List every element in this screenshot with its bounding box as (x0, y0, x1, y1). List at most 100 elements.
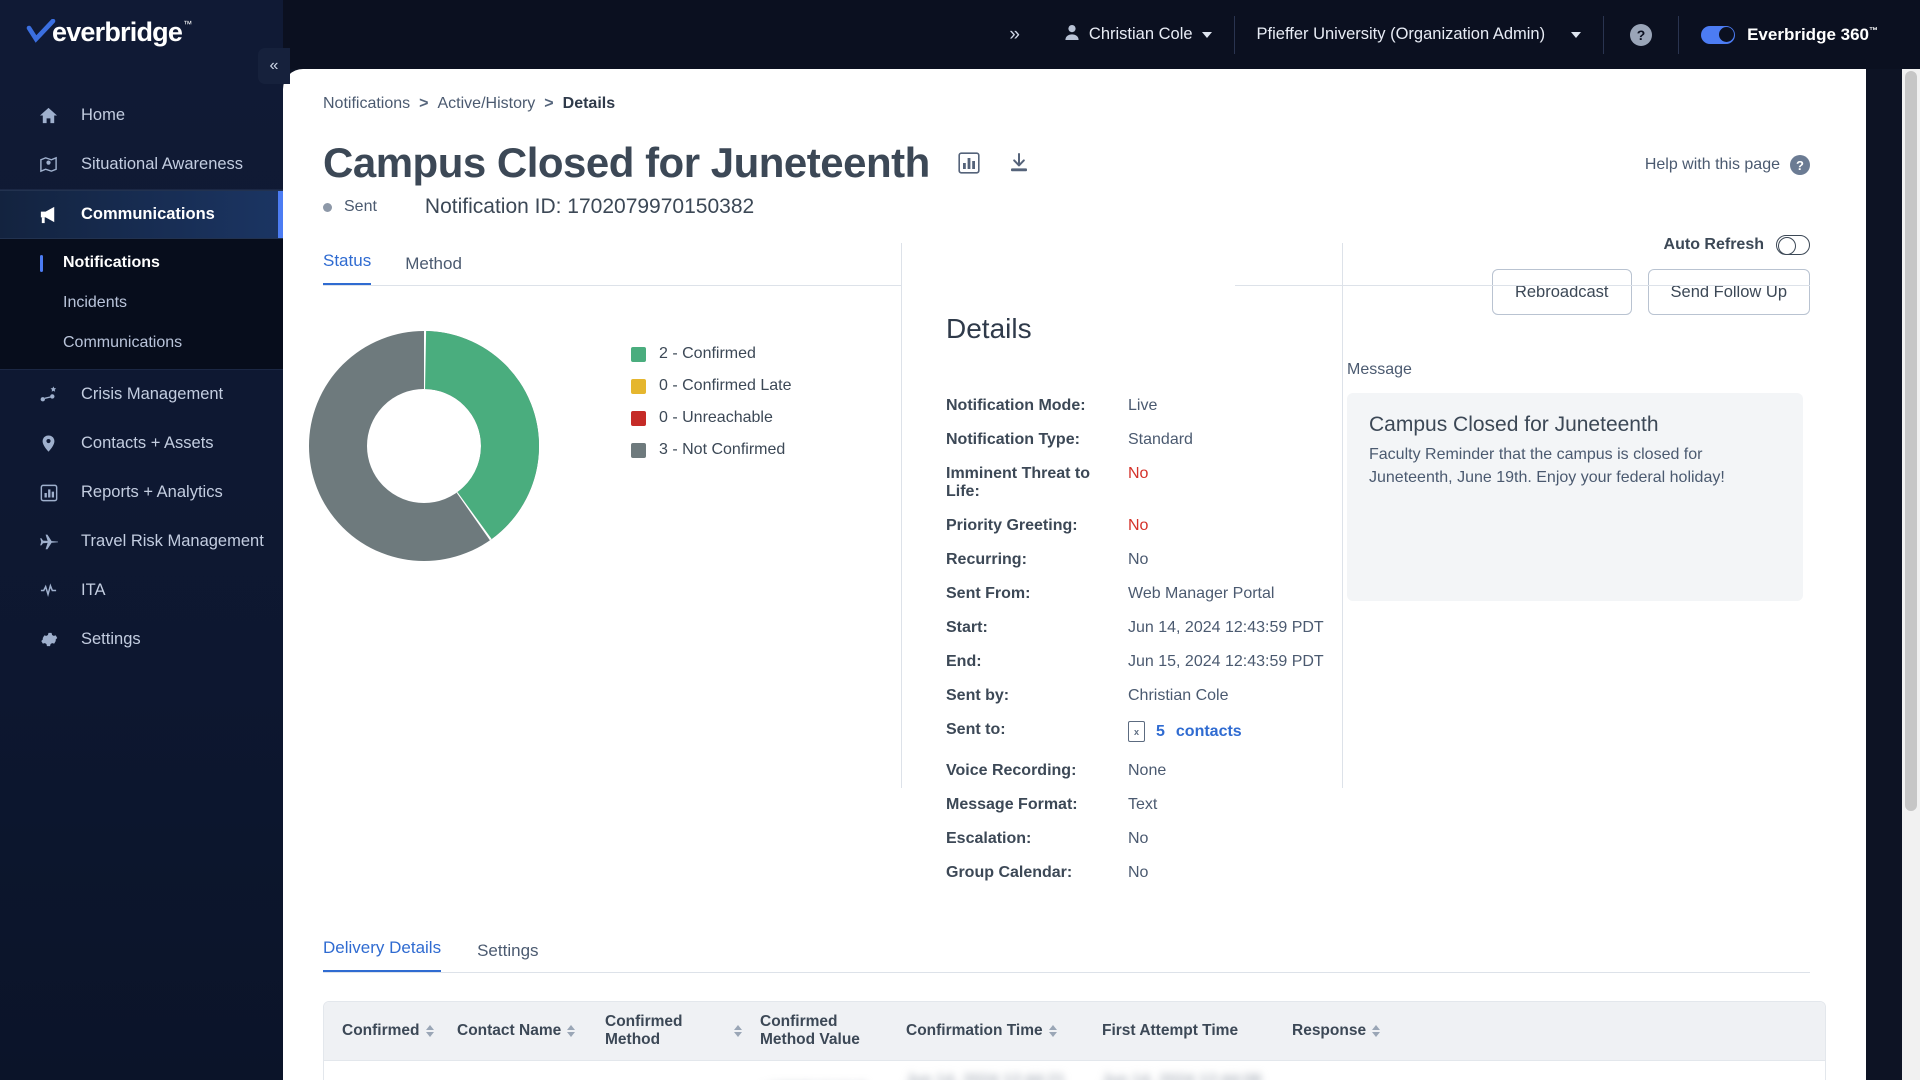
sort-icon[interactable] (567, 1025, 576, 1037)
sidebar-item-travel-risk-management[interactable]: Travel Risk Management (0, 517, 283, 566)
help-with-this-page-link[interactable]: Help with this page ? (1645, 155, 1810, 175)
scrollbar-thumb[interactable] (1905, 71, 1917, 811)
sidebar-item-incidents[interactable]: Incidents (0, 283, 283, 323)
chevron-down-icon (1201, 31, 1212, 38)
breadcrumb: Notifications > Active/History > Details (283, 69, 1866, 113)
sidebar-item-label: Contacts + Assets (81, 434, 214, 452)
sidebar-item-home[interactable]: Home (0, 91, 283, 140)
page-title-row: Campus Closed for Juneteenth (283, 113, 1866, 187)
breadcrumb-active-history[interactable]: Active/History (438, 95, 536, 113)
sidebar-item-crisis-management[interactable]: Crisis Management (0, 370, 283, 419)
contacts-count: 5 (1156, 722, 1165, 740)
column-label: Confirmed (342, 1022, 420, 1039)
details-panel: Details Notification Mode: Live Notifica… (902, 287, 1342, 898)
legend-label: 3 - Not Confirmed (659, 441, 786, 458)
delivery-details-table: Confirmed Contact Name Confirmed Method … (323, 1001, 1826, 1080)
message-box: Campus Closed for Juneteenth Faculty Rem… (1347, 393, 1803, 601)
donut-chart (309, 331, 539, 561)
details-underline (1235, 285, 1810, 286)
detail-value: Jun 14, 2024 12:43:59 PDT (1128, 619, 1324, 636)
user-menu[interactable]: Christian Cole (1042, 24, 1234, 46)
detail-key: Notification Mode: (946, 397, 1086, 414)
sidebar-item-label: Crisis Management (81, 385, 224, 403)
sidebar-item-reports-analytics[interactable]: Reports + Analytics (0, 468, 283, 517)
detail-value: No (1128, 465, 1149, 482)
everbridge-wordmark: everbridge (52, 17, 183, 47)
bar-chart-icon[interactable] (958, 152, 980, 174)
legend-label: 0 - Confirmed Late (659, 377, 792, 394)
detail-row: Imminent Threat to Life: No (946, 465, 1342, 501)
organization-selector[interactable]: Pfieffer University (Organization Admin) (1235, 25, 1604, 44)
sort-icon[interactable] (734, 1025, 742, 1037)
detail-row: Priority Greeting: No (946, 517, 1342, 535)
ita-icon (38, 581, 59, 600)
sidebar-subitem-label: Notifications (63, 254, 160, 271)
sidebar-subitem-label: Communications (63, 334, 183, 351)
expand-menu-icon[interactable]: » (987, 24, 1042, 46)
detail-row: Voice Recording: None (946, 762, 1342, 780)
svg-text:?: ? (1637, 27, 1646, 43)
column-header-confirmation-time[interactable]: Confirmation Time (888, 1022, 1084, 1040)
vertical-scrollbar[interactable] (1902, 69, 1920, 1080)
column-header-confirmed[interactable]: Confirmed (324, 1022, 439, 1040)
detail-value: No (1128, 517, 1149, 534)
tab-method[interactable]: Method (405, 254, 462, 286)
details-heading: Details (946, 313, 1032, 344)
main-content: Notifications > Active/History > Details… (283, 69, 1866, 1080)
sidebar-subitem-label: Incidents (63, 294, 128, 311)
column-header-response[interactable]: Response (1274, 1022, 1474, 1040)
nodes-icon (38, 385, 59, 404)
sidebar-item-situational-awareness[interactable]: Situational Awareness (0, 140, 283, 189)
tab-status[interactable]: Status (323, 251, 372, 286)
detail-value: No (1128, 830, 1149, 847)
legend-label: 2 - Confirmed (659, 345, 756, 362)
detail-key: Escalation: (946, 830, 1032, 847)
sidebar-item-label: Situational Awareness (81, 155, 244, 173)
sort-icon[interactable] (1372, 1025, 1381, 1037)
detail-key: Sent From: (946, 585, 1031, 602)
everbridge-360-toggle[interactable] (1701, 25, 1736, 44)
column-label: Confirmed Method (605, 1013, 683, 1048)
sidebar-item-settings[interactable]: Settings (0, 615, 283, 664)
help-button[interactable]: ? (1604, 22, 1678, 48)
detail-key: Message Format: (946, 796, 1078, 813)
sidebar-item-notifications[interactable]: Notifications (0, 243, 283, 283)
sidebar-item-communications-sub[interactable]: Communications (0, 323, 283, 363)
person-icon (1064, 24, 1080, 46)
message-body: Faculty Reminder that the campus is clos… (1369, 446, 1725, 487)
location-pin-icon (38, 434, 59, 453)
detail-row: Sent by: Christian Cole (946, 687, 1342, 705)
sidebar-item-communications[interactable]: Communications (0, 190, 283, 239)
download-icon[interactable] (1008, 152, 1030, 174)
sidebar-item-label: ITA (81, 581, 106, 599)
sidebar-item-ita[interactable]: ITA (0, 566, 283, 615)
column-header-first-attempt-time[interactable]: First Attempt Time (1084, 1022, 1274, 1040)
status-badge: Sent (344, 198, 377, 215)
table-header-row: Confirmed Contact Name Confirmed Method … (324, 1002, 1825, 1060)
table-row[interactable]: + Y Paulina Kreitler Text +18885151515 J… (324, 1060, 1825, 1080)
everbridge-360-toggle-area[interactable]: Everbridge 360™ (1679, 25, 1900, 45)
breadcrumb-notifications[interactable]: Notifications (323, 95, 410, 113)
question-mark-icon: ? (1630, 23, 1653, 46)
legend-swatch (631, 410, 646, 426)
sidebar-collapse-button[interactable]: « (258, 48, 290, 84)
tab-settings[interactable]: Settings (477, 941, 538, 973)
everbridge-logo[interactable]: everbridge ™ (26, 19, 192, 50)
user-name: Christian Cole (1088, 25, 1193, 43)
sidebar-item-contacts-assets[interactable]: Contacts + Assets (0, 419, 283, 468)
detail-key: Recurring: (946, 551, 1027, 568)
top-bar-right: » Christian Cole Pfieffer University (Or… (283, 0, 1920, 69)
sent-to-contacts-link[interactable]: x 5 contacts (1128, 721, 1242, 742)
active-indicator (40, 254, 43, 272)
column-header-contact-name[interactable]: Contact Name (439, 1022, 587, 1040)
column-header-confirmed-method-value[interactable]: Confirmed Method Value (742, 1013, 888, 1049)
detail-value: None (1128, 762, 1167, 779)
tab-delivery-details[interactable]: Delivery Details (323, 938, 442, 973)
column-header-confirmed-method[interactable]: Confirmed Method (587, 1013, 742, 1049)
airplane-icon (38, 532, 59, 552)
column-label: Confirmed Method Value (760, 1013, 860, 1048)
detail-value: Text (1128, 796, 1158, 813)
sort-icon[interactable] (1048, 1025, 1057, 1037)
detail-value: No (1128, 864, 1149, 881)
sort-icon[interactable] (425, 1025, 434, 1037)
